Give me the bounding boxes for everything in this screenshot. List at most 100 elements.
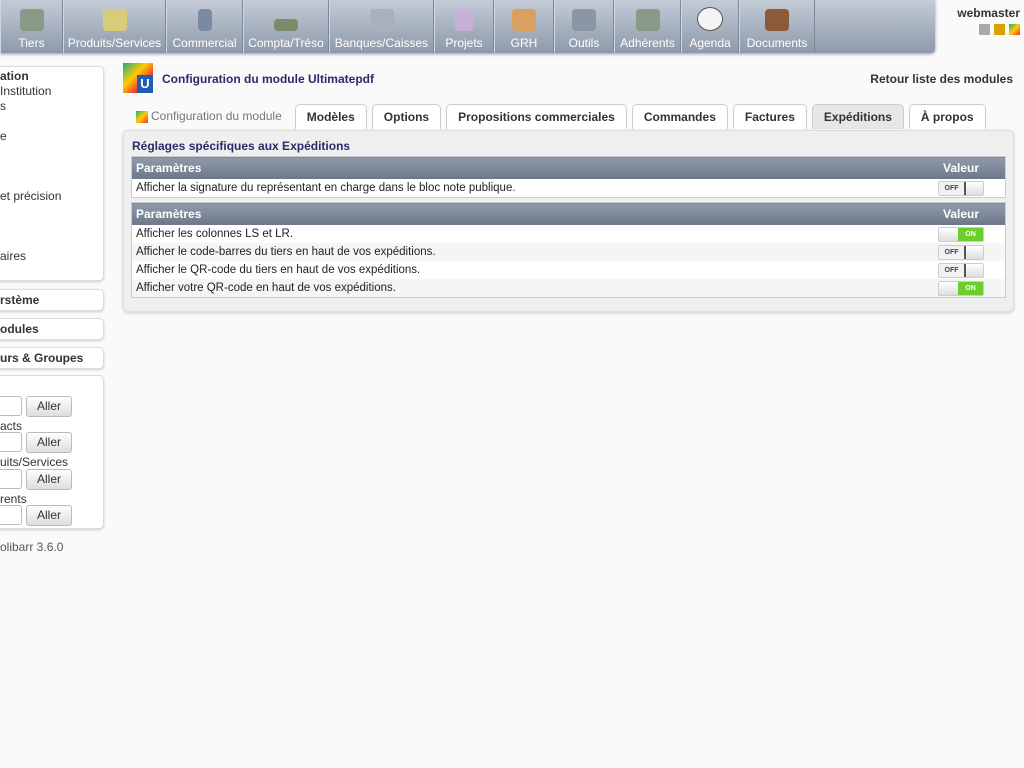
money-icon bbox=[274, 19, 298, 31]
menu-label: Documents bbox=[746, 36, 808, 50]
sidebar-section-label[interactable]: odules bbox=[0, 322, 39, 336]
setting-label: Afficher votre QR-code en haut de vos ex… bbox=[131, 279, 917, 298]
back-to-modules-link[interactable]: Retour liste des modules bbox=[870, 72, 1013, 86]
commercial-icon bbox=[197, 9, 212, 31]
sidebar-item[interactable]: s bbox=[0, 99, 6, 113]
print-icon[interactable] bbox=[979, 24, 990, 35]
search-go-button[interactable]: Aller bbox=[26, 505, 72, 526]
toggle-state: OFF bbox=[939, 245, 966, 259]
users-icon bbox=[19, 9, 44, 31]
setting-label: Afficher la signature du représentant en… bbox=[136, 182, 516, 194]
sidebar-item[interactable]: aires bbox=[0, 249, 26, 263]
members-icon bbox=[635, 9, 660, 31]
tab-commandes[interactable]: Commandes bbox=[631, 104, 728, 129]
menu-agenda[interactable]: Agenda bbox=[681, 0, 739, 53]
module-logo: U bbox=[123, 63, 153, 93]
sidebar-item[interactable]: Institution bbox=[0, 84, 51, 98]
toggle-switch[interactable]: ON bbox=[938, 280, 984, 296]
top-menu: Tiers Produits/Services Commercial Compt… bbox=[0, 0, 935, 53]
tab-factures[interactable]: Factures bbox=[732, 104, 807, 129]
tab-config[interactable]: Configuration du module bbox=[136, 104, 290, 129]
menu-projets[interactable]: Projets bbox=[434, 0, 494, 53]
search-label: uits/Services bbox=[0, 455, 69, 469]
menu-produits[interactable]: Produits/Services bbox=[63, 0, 166, 53]
menu-label: Projets bbox=[445, 36, 483, 50]
project-icon bbox=[455, 9, 473, 31]
menu-label: Compta/Tréso bbox=[248, 36, 324, 50]
bank-icon bbox=[369, 9, 394, 31]
setting-label: Afficher le QR-code du tiers en haut de … bbox=[136, 264, 421, 276]
search-go-button[interactable]: Aller bbox=[26, 396, 72, 417]
col-header-value: Valeur bbox=[917, 156, 1006, 179]
tab-options[interactable]: Options bbox=[371, 104, 442, 129]
col-header-param: Paramètres bbox=[131, 202, 917, 225]
table-row: Afficher le code-barres du tiers en haut… bbox=[131, 243, 1006, 261]
search-go-button[interactable]: Aller bbox=[26, 432, 72, 453]
sidebar-item[interactable]: e bbox=[0, 129, 7, 143]
search-label: rents bbox=[0, 492, 27, 506]
toggle-switch[interactable]: OFF bbox=[938, 244, 984, 260]
version-text: olibarr 3.6.0 bbox=[0, 540, 64, 554]
ultimatepdf-icon bbox=[136, 110, 148, 123]
table-row: Afficher la signature du représentant en… bbox=[132, 179, 1006, 198]
table-row: Afficher les colonnes LS et LR. ON bbox=[132, 225, 1006, 243]
menu-outils[interactable]: Outils bbox=[554, 0, 614, 53]
search-label: acts bbox=[0, 419, 23, 433]
tab-expeditions[interactable]: Expéditions bbox=[811, 104, 904, 129]
settings-table-1: Paramètres Valeur Afficher la signature d… bbox=[131, 156, 1006, 198]
toggle-switch[interactable]: ON bbox=[938, 226, 984, 242]
menu-grh[interactable]: GRH bbox=[494, 0, 554, 53]
toggle-switch[interactable]: OFF bbox=[938, 262, 984, 278]
tools-icon bbox=[572, 9, 596, 31]
search-go-button[interactable]: Aller bbox=[26, 469, 72, 490]
setting-label: Afficher les colonnes LS et LR. bbox=[136, 228, 294, 240]
toggle-state: OFF bbox=[939, 181, 966, 195]
table-row: Afficher le QR-code du tiers en haut de … bbox=[132, 261, 1006, 279]
search-input[interactable] bbox=[0, 432, 22, 452]
tab-bar: Configuration du module Modèles Options … bbox=[136, 104, 986, 129]
col-header-param: Paramètres bbox=[131, 156, 917, 179]
col-header-value: Valeur bbox=[917, 202, 1006, 225]
toggle-state: ON bbox=[958, 227, 983, 241]
sidebar-section-label[interactable]: urs & Groupes bbox=[0, 351, 83, 365]
lock-icon[interactable] bbox=[994, 24, 1005, 35]
tab-label: Configuration du module bbox=[151, 109, 282, 123]
search-input[interactable] bbox=[0, 469, 22, 489]
menu-banques[interactable]: Banques/Caisses bbox=[329, 0, 434, 53]
search-input[interactable] bbox=[0, 505, 22, 525]
menu-adherents[interactable]: Adhérents bbox=[614, 0, 681, 53]
sidebar-section-label[interactable]: rstème bbox=[0, 293, 39, 307]
menu-label: Produits/Services bbox=[67, 36, 162, 50]
hr-icon bbox=[512, 9, 536, 31]
toggle-state: OFF bbox=[939, 263, 966, 277]
search-input[interactable] bbox=[0, 396, 22, 416]
user-area: webmaster bbox=[957, 6, 1020, 35]
toggle-state: ON bbox=[958, 281, 983, 295]
menu-label: Banques/Caisses bbox=[334, 36, 429, 50]
sidebar-item[interactable]: et précision bbox=[0, 189, 61, 203]
toggle-switch[interactable]: OFF bbox=[938, 180, 984, 196]
menu-tiers[interactable]: Tiers bbox=[0, 0, 63, 53]
menu-label: Tiers bbox=[18, 36, 45, 50]
ultimatepdf-icon[interactable] bbox=[1009, 24, 1020, 35]
panel-title: Réglages spécifiques aux Expéditions bbox=[132, 139, 351, 153]
settings-panel: Réglages spécifiques aux Expéditions Par… bbox=[123, 130, 1014, 312]
tab-modeles[interactable]: Modèles bbox=[294, 104, 367, 129]
menu-compta[interactable]: Compta/Tréso bbox=[243, 0, 329, 53]
menu-label: Commercial bbox=[172, 36, 237, 50]
sidebar-setup-title[interactable]: ation bbox=[0, 69, 29, 83]
settings-table-2: Paramètres Valeur Afficher les colonnes L… bbox=[131, 202, 1006, 298]
menu-label: Adhérents bbox=[620, 36, 675, 50]
menu-documents[interactable]: Documents bbox=[739, 0, 815, 53]
folder-icon bbox=[765, 9, 789, 31]
menu-label: Outils bbox=[568, 36, 600, 50]
clock-icon bbox=[697, 7, 723, 31]
table-row: Afficher votre QR-code en haut de vos ex… bbox=[131, 279, 1006, 298]
username[interactable]: webmaster bbox=[957, 6, 1020, 20]
menu-label: GRH bbox=[510, 36, 538, 50]
product-icon bbox=[102, 9, 127, 31]
tab-apropos[interactable]: À propos bbox=[908, 104, 986, 129]
menu-commercial[interactable]: Commercial bbox=[166, 0, 243, 53]
setting-label: Afficher le code-barres du tiers en haut… bbox=[131, 243, 917, 261]
tab-propositions[interactable]: Propositions commerciales bbox=[446, 104, 627, 129]
